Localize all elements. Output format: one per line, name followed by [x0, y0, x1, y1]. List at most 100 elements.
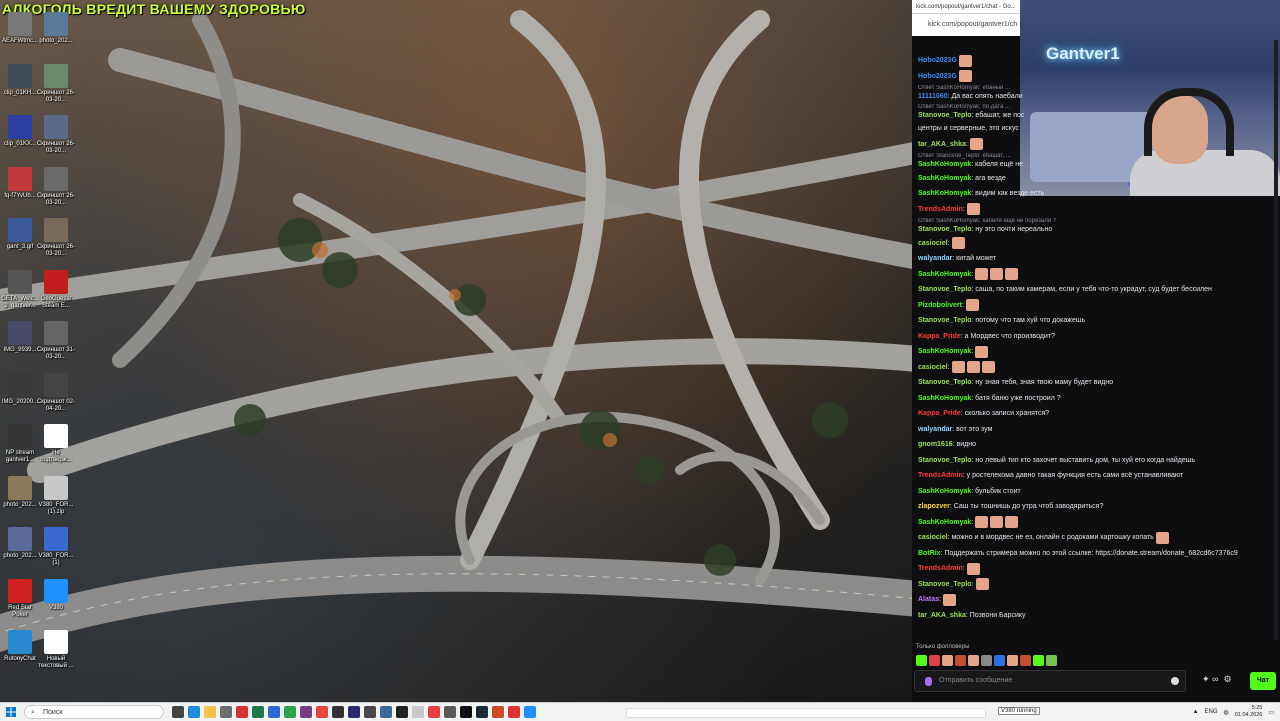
- app-icon[interactable]: [332, 706, 344, 718]
- desktop-icon[interactable]: GeoGuessr Steam E...: [36, 269, 76, 310]
- desktop-icon[interactable]: V380_FOR... (1): [36, 527, 76, 567]
- task-view-icon[interactable]: [172, 706, 184, 718]
- chat-username[interactable]: TrendsAdmin: [918, 471, 963, 480]
- chat-username[interactable]: casiociel: [918, 533, 948, 542]
- chat-scrollbar[interactable]: [1274, 40, 1278, 640]
- app-icon[interactable]: [508, 706, 520, 718]
- chat-username[interactable]: Hobo2023G: [918, 72, 957, 81]
- desktop-icon[interactable]: Скриншот 26-03-20...: [36, 115, 76, 155]
- app-icon[interactable]: [396, 706, 408, 718]
- chat-username[interactable]: SashKoHomyak: [918, 347, 971, 356]
- app-icon[interactable]: [412, 706, 424, 718]
- chat-username[interactable]: Kappa_Pride: [918, 409, 961, 418]
- app-icon[interactable]: [348, 706, 360, 718]
- desktop-icon[interactable]: photo_202...: [0, 527, 40, 560]
- chat-username[interactable]: SashKoHomyak: [918, 189, 971, 198]
- app-icon[interactable]: [364, 706, 376, 718]
- chat-username[interactable]: Hobo2023G: [918, 56, 957, 65]
- chat-username[interactable]: casiociel: [918, 363, 948, 372]
- desktop-icon[interactable]: RutonyChat: [0, 630, 40, 663]
- emote-icon[interactable]: [955, 655, 966, 666]
- app-icon[interactable]: [236, 706, 248, 718]
- desktop-icon[interactable]: Скриншот 02-04-20...: [36, 372, 76, 413]
- chat-username[interactable]: tar_AKA_shka: [918, 611, 966, 620]
- desktop-icon[interactable]: clip_01KX...: [0, 115, 40, 148]
- chat-username[interactable]: walyandar: [918, 254, 952, 263]
- chat-username[interactable]: TrendsAdmin: [918, 205, 963, 214]
- emote-icon[interactable]: [981, 655, 992, 666]
- chat-username[interactable]: 11111060: [918, 92, 948, 101]
- app-icon[interactable]: [460, 706, 472, 718]
- chat-username[interactable]: Stanovoe_Teplo: [918, 580, 972, 589]
- app-icon[interactable]: [268, 706, 280, 718]
- desktop-icon[interactable]: IMG_20200...: [0, 372, 40, 406]
- url-bar[interactable]: kick.com/popout/gantver1/ch: [912, 14, 1020, 36]
- desktop-icon[interactable]: Red Star Poker: [0, 578, 40, 619]
- taskbar-search[interactable]: ⌕ Поиск: [24, 705, 164, 719]
- chat-username[interactable]: Stanovoe_Teplo: [918, 225, 972, 234]
- chat-message-input[interactable]: Отправить сообщение: [914, 670, 1186, 692]
- chat-username[interactable]: walyandar: [918, 425, 952, 434]
- send-chat-button[interactable]: Чат: [1250, 672, 1276, 690]
- desktop-icon[interactable]: GETA_Welc... 2_gantver...: [0, 269, 40, 310]
- chat-username[interactable]: SashKoHomyak: [918, 487, 971, 496]
- emote-icon[interactable]: [1046, 655, 1057, 666]
- emoji-icon[interactable]: [1171, 677, 1179, 685]
- desktop-icon[interactable]: photo_202...: [36, 12, 76, 45]
- mic-icon[interactable]: [925, 677, 932, 686]
- chat-username[interactable]: Alatas: [918, 595, 939, 604]
- app-icon[interactable]: [492, 706, 504, 718]
- chat-username[interactable]: SashKoHomyak: [918, 270, 971, 279]
- edge-icon[interactable]: [188, 706, 200, 718]
- chat-username[interactable]: SashKoHomyak: [918, 160, 971, 169]
- emote-icon[interactable]: [1033, 655, 1044, 666]
- chat-username[interactable]: SashKoHomyak: [918, 394, 971, 403]
- pin-icon[interactable]: ✦: [1202, 674, 1210, 684]
- desktop-icon[interactable]: Скриншот 31-03-20...: [36, 321, 76, 361]
- chrome-icon[interactable]: [284, 706, 296, 718]
- app-icon[interactable]: [524, 706, 536, 718]
- running-app-label[interactable]: V380 running: [998, 707, 1040, 715]
- emote-icon[interactable]: [1020, 655, 1031, 666]
- desktop-icon[interactable]: gant_3.gif: [0, 218, 40, 251]
- desktop-icon[interactable]: NP stream gantver1...: [0, 424, 40, 464]
- desktop-icon[interactable]: V380: [36, 578, 76, 612]
- chat-username[interactable]: SashKoHomyak: [918, 518, 971, 527]
- desktop-icon[interactable]: fq-f7YvUb...: [0, 166, 40, 200]
- chat-username[interactable]: gnom1616: [918, 440, 953, 449]
- steam-icon[interactable]: [476, 706, 488, 718]
- windows-start-icon[interactable]: [6, 707, 16, 717]
- emote-icon[interactable]: [994, 655, 1005, 666]
- app-icon[interactable]: [444, 706, 456, 718]
- yandex-icon[interactable]: [428, 706, 440, 718]
- language-indicator[interactable]: ENG: [1205, 709, 1218, 715]
- browser-tab[interactable]: kick.com/popout/gantver1/chat - Go...: [912, 0, 1020, 14]
- chat-username[interactable]: Stanovoe_Teplo: [918, 378, 972, 387]
- app-icon[interactable]: [300, 706, 312, 718]
- app-icon[interactable]: [220, 706, 232, 718]
- chat-username[interactable]: Stanovoe_Teplo: [918, 285, 972, 294]
- chat-username[interactable]: Stanovoe_Teplo: [918, 456, 972, 465]
- desktop-icon[interactable]: Скриншот 26-03-20...: [36, 63, 76, 104]
- chat-username[interactable]: Stanovoe_Teplo: [918, 316, 972, 325]
- desktop-icon[interactable]: photo_202...: [0, 475, 40, 509]
- emote-icon[interactable]: [968, 655, 979, 666]
- chat-username[interactable]: Pizdobolivert: [918, 301, 962, 310]
- tray-icon[interactable]: ▲: [1193, 709, 1199, 715]
- emote-icon[interactable]: [942, 655, 953, 666]
- notification-icon[interactable]: ▭: [1268, 709, 1274, 716]
- desktop-icon[interactable]: IMG_9939...: [0, 321, 40, 354]
- clock[interactable]: 5:25 01.04.2026: [1235, 705, 1263, 719]
- desktop-icon[interactable]: AEAFWtmc...: [0, 12, 40, 45]
- chat-username[interactable]: zlapozver: [918, 502, 950, 511]
- app-icon[interactable]: [380, 706, 392, 718]
- emote-icon[interactable]: [1007, 655, 1018, 666]
- desktop-icon[interactable]: V380_FOR... (1).zip: [36, 475, 76, 516]
- desktop-icon[interactable]: Не подтверж...: [36, 424, 76, 464]
- desktop-icon[interactable]: Скриншот 26-03-20...: [36, 166, 76, 207]
- chat-username[interactable]: TrendsAdmin: [918, 564, 963, 573]
- desktop-icon[interactable]: clip_01KH...: [0, 63, 40, 97]
- emote-icon[interactable]: [916, 655, 927, 666]
- network-icon[interactable]: ◍: [1224, 709, 1229, 716]
- file-explorer-icon[interactable]: [204, 706, 216, 718]
